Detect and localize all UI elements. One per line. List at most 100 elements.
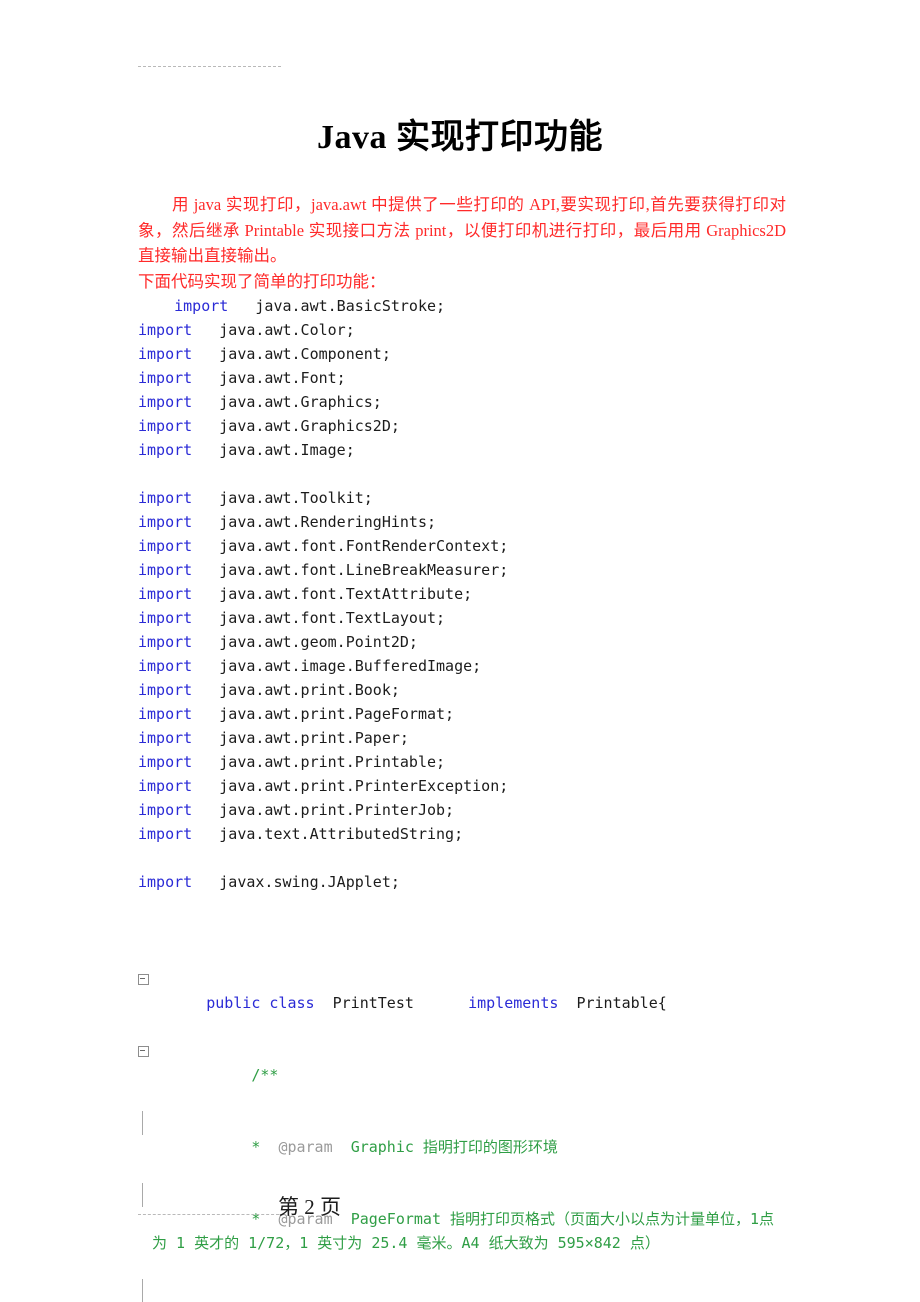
import-gap — [192, 561, 219, 579]
import-target: java.awt.Color; — [219, 321, 355, 339]
keyword-import: import — [138, 633, 193, 651]
footer-rule — [138, 1214, 279, 1215]
keyword-import: import — [138, 705, 193, 723]
keyword-import: import — [138, 321, 193, 339]
import-gap — [192, 873, 219, 891]
keyword-import: import — [138, 657, 193, 675]
import-gap — [192, 417, 219, 435]
import-gap — [192, 321, 219, 339]
import-statement-line: import java.awt.print.PrinterException; — [138, 774, 788, 798]
box-minus-icon[interactable] — [138, 967, 151, 991]
import-target: java.awt.print.Printable; — [219, 753, 446, 771]
import-target: java.awt.print.Book; — [219, 681, 400, 699]
keyword-implements: implements — [468, 994, 559, 1012]
box-minus-icon[interactable] — [138, 1039, 151, 1063]
keyword-import: import — [138, 417, 193, 435]
keyword-import: import — [138, 441, 193, 459]
import-target: java.awt.print.PrinterJob; — [219, 801, 455, 819]
import-gap — [192, 801, 219, 819]
import-statement-line: import java.awt.Image; — [138, 438, 788, 462]
import-gap — [192, 777, 219, 795]
import-gap — [192, 825, 219, 843]
import-gap — [192, 681, 219, 699]
keyword-import: import — [138, 873, 193, 891]
import-target: javax.swing.JApplet; — [219, 873, 400, 891]
import-statement-line: import java.awt.Font; — [138, 366, 788, 390]
import-statement-line: import java.awt.print.Book; — [138, 678, 788, 702]
import-gap — [228, 297, 255, 315]
code-imports-block: import java.awt.BasicStroke; import java.… — [138, 294, 788, 894]
page-title: Java 实现打印功能 — [317, 119, 603, 156]
keyword-import: import — [138, 513, 193, 531]
import-statement-line: import java.awt.print.Printable; — [138, 750, 788, 774]
import-gap — [192, 753, 219, 771]
import-target: java.text.AttributedString; — [219, 825, 464, 843]
import-gap — [192, 513, 219, 531]
import-gap — [192, 441, 219, 459]
tree-line-icon — [138, 1111, 151, 1135]
import-target: java.awt.Component; — [219, 345, 391, 363]
import-gap — [192, 585, 219, 603]
keyword-import: import — [138, 681, 193, 699]
tree-line-icon — [138, 1279, 151, 1302]
import-statement-line: import java.awt.geom.Point2D; — [138, 630, 788, 654]
javadoc-param-line: * @param pageIndex 指明页号 — [138, 1279, 788, 1302]
import-indent — [138, 297, 174, 315]
import-gap — [192, 705, 219, 723]
intro-paragraph-1: 用 java 实现打印，java.awt 中提供了一些打印的 API,要实现打印… — [138, 195, 786, 265]
import-target: java.awt.Toolkit; — [219, 489, 373, 507]
import-statement-line: import java.awt.font.FontRenderContext; — [138, 534, 788, 558]
implemented-interface: Printable{ — [576, 994, 667, 1012]
import-target: java.awt.Graphics; — [219, 393, 382, 411]
import-statement-line: import java.awt.font.TextAttribute; — [138, 582, 788, 606]
import-target: java.awt.geom.Point2D; — [219, 633, 418, 651]
import-gap — [192, 609, 219, 627]
class-declaration-line: public class PrintTest implements Printa… — [138, 967, 788, 1039]
import-statement-line: import java.awt.Color; — [138, 318, 788, 342]
import-gap — [192, 345, 219, 363]
import-target: java.awt.font.FontRenderContext; — [219, 537, 509, 555]
import-statement-line: import java.awt.RenderingHints; — [138, 510, 788, 534]
import-target: java.awt.BasicStroke; — [255, 297, 446, 315]
import-statement-line: import java.awt.Graphics2D; — [138, 414, 788, 438]
class-name: PrintTest — [332, 994, 414, 1012]
keyword-public: public — [206, 994, 261, 1012]
header-rule — [138, 66, 281, 67]
javadoc-text: Graphic 指明打印的图形环境 — [350, 1138, 558, 1156]
code-class-block: public class PrintTest implements Printa… — [138, 967, 788, 1302]
import-target: java.awt.font.LineBreakMeasurer; — [219, 561, 509, 579]
intro-paragraphs: 用 java 实现打印，java.awt 中提供了一些打印的 API,要实现打印… — [138, 192, 786, 294]
import-gap — [192, 729, 219, 747]
import-gap — [192, 633, 219, 651]
keyword-class: class — [269, 994, 315, 1012]
import-statement-line: import java.awt.print.PageFormat; — [138, 702, 788, 726]
javadoc-tag: @param — [278, 1138, 333, 1156]
intro-paragraph-2: 下面代码实现了简单的打印功能： — [138, 271, 386, 291]
keyword-import: import — [138, 609, 193, 627]
import-statement-line: import java.awt.print.Paper; — [138, 726, 788, 750]
page-footer: 第 2 页 — [138, 1192, 788, 1224]
import-statement-line: import java.awt.font.TextLayout; — [138, 606, 788, 630]
import-statement-line: import java.awt.font.LineBreakMeasurer; — [138, 558, 788, 582]
import-target: java.awt.Font; — [219, 369, 346, 387]
import-target: java.awt.print.Paper; — [219, 729, 409, 747]
keyword-import: import — [138, 753, 193, 771]
import-gap — [192, 657, 219, 675]
import-gap — [192, 537, 219, 555]
keyword-import: import — [138, 585, 193, 603]
import-statement-line: import java.awt.Graphics; — [138, 390, 788, 414]
import-statement-line: import java.awt.print.PrinterJob; — [138, 798, 788, 822]
import-target: java.awt.RenderingHints; — [219, 513, 437, 531]
document-page: Java 实现打印功能 用 java 实现打印，java.awt 中提供了一些打… — [0, 0, 920, 1302]
keyword-import: import — [174, 297, 229, 315]
import-gap — [192, 489, 219, 507]
javadoc-param-line: * @param Graphic 指明打印的图形环境 — [138, 1111, 788, 1183]
import-gap — [192, 393, 219, 411]
import-statement-line: import java.text.AttributedString; — [138, 822, 788, 846]
import-target: java.awt.print.PageFormat; — [219, 705, 455, 723]
keyword-import: import — [138, 489, 193, 507]
keyword-import: import — [138, 729, 193, 747]
import-gap — [192, 369, 219, 387]
keyword-import: import — [138, 561, 193, 579]
